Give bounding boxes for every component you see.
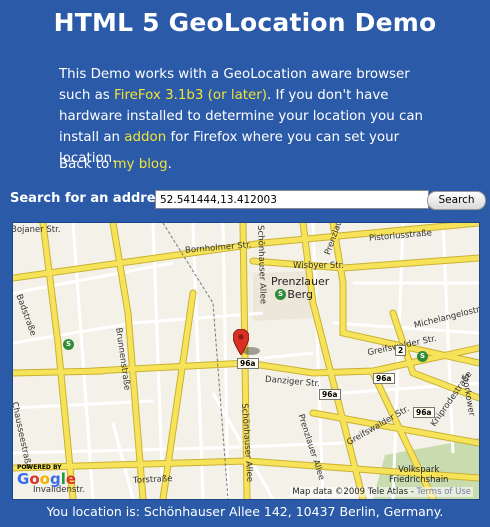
park-label: Volkspark Friedrichshain — [389, 465, 448, 485]
intro-paragraph: This Demo works with a GeoLocation aware… — [59, 64, 439, 169]
park-line-2: Friedrichshain — [389, 475, 449, 485]
addon-link[interactable]: addon — [124, 130, 166, 145]
search-label: Search for an address: — [10, 191, 177, 206]
google-logo[interactable]: POWERED BY Google — [17, 464, 76, 487]
route-badge: 96a — [413, 407, 435, 418]
map-attribution: Map data ©2009 Tele Atlas - Terms of Use — [290, 487, 473, 497]
district-line-2: Berg — [287, 288, 313, 301]
back-suffix: . — [167, 157, 172, 172]
route-badge: 96a — [373, 373, 395, 384]
sbahn-icon: S — [63, 339, 74, 350]
district-line-1: Prenzlauer — [271, 275, 330, 288]
attribution-text: Map data ©2009 Tele Atlas - — [292, 487, 414, 497]
route-badge: 96a — [319, 389, 341, 400]
search-input[interactable] — [155, 190, 429, 209]
street-label: Torstraße — [132, 473, 173, 487]
route-badge: 96a — [237, 358, 259, 369]
firefox-link[interactable]: FireFox 3.1b3 (or later) — [114, 88, 267, 103]
street-label: Wisbyer Str. — [293, 261, 345, 271]
map-view[interactable]: Bornholmer Str. Bojaner Str. Wisbyer Str… — [12, 222, 480, 500]
back-line: Back to my blog. — [59, 157, 172, 172]
blog-link[interactable]: my blog — [113, 157, 167, 172]
search-button[interactable]: Search — [427, 191, 486, 210]
back-prefix: Back to — [59, 157, 114, 172]
street-label: Bojaner Str. — [12, 225, 61, 235]
location-result: You location is: Schönhauser Allee 142, … — [46, 504, 444, 519]
sbahn-icon: S — [275, 289, 286, 300]
route-badge: 2 — [395, 345, 407, 356]
sbahn-icon: S — [417, 351, 428, 362]
google-wordmark: Google — [17, 470, 77, 488]
page-title: HTML 5 GeoLocation Demo — [53, 8, 437, 37]
park-line-1: Volkspark — [398, 465, 440, 475]
terms-link[interactable]: Terms of Use — [416, 487, 471, 497]
map-pin-icon[interactable] — [233, 329, 249, 355]
